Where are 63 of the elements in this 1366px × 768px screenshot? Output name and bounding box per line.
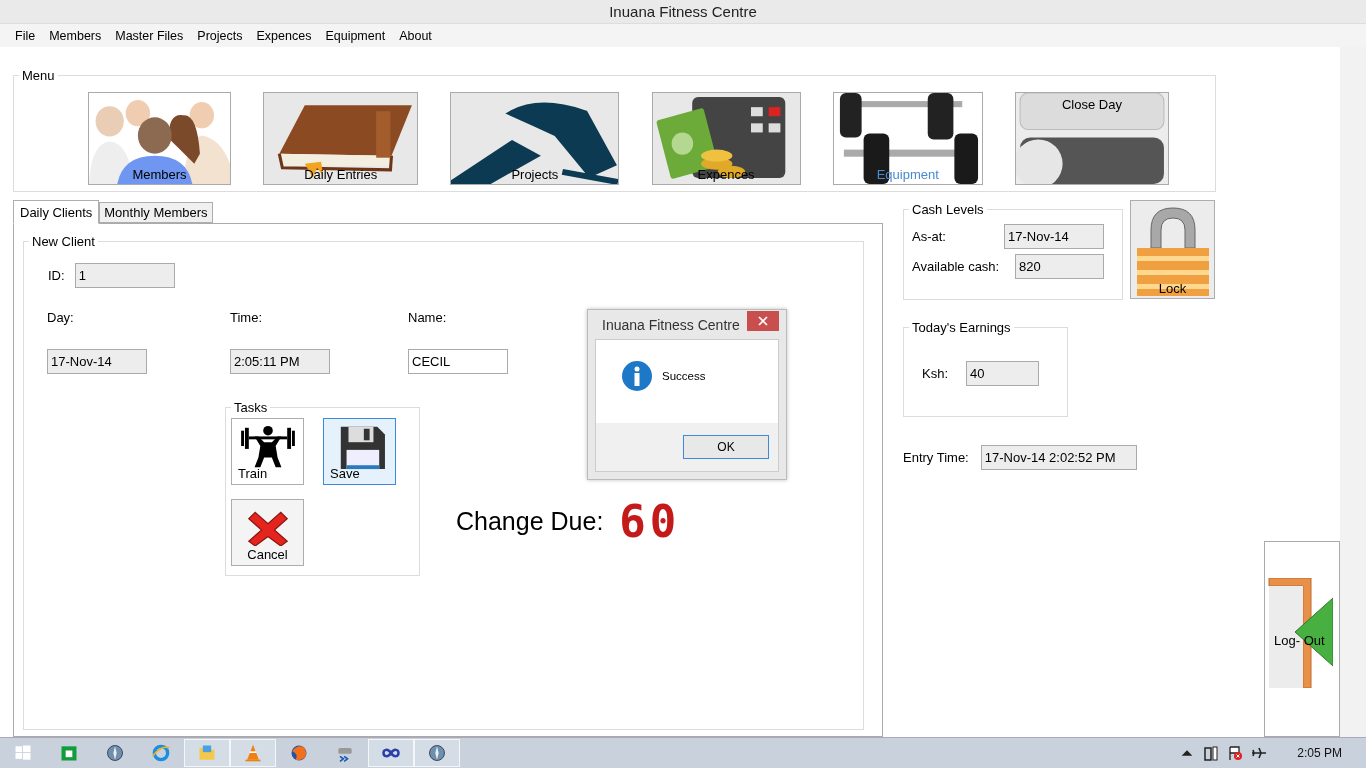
window-title: Inuana Fitness Centre <box>609 3 757 20</box>
menu-item[interactable]: File <box>8 26 43 45</box>
input-field[interactable]: CECIL <box>408 349 508 374</box>
clock: 2:05 PM <box>1297 746 1342 760</box>
taskbar-app-button[interactable] <box>414 739 460 767</box>
lock-button[interactable]: Lock <box>1130 200 1215 299</box>
door-arrow-icon <box>1267 578 1333 688</box>
field-label: Available cash: <box>912 259 1000 274</box>
task-button[interactable]: Cancel <box>231 499 304 566</box>
close-button[interactable] <box>747 310 779 331</box>
input-field[interactable]: 40 <box>966 361 1039 386</box>
group-title: Cash Levels <box>911 202 985 217</box>
menu-tile-button[interactable]: Daily Entries <box>263 92 419 185</box>
taskbar-app-button[interactable] <box>368 739 414 767</box>
dialog-message: Success <box>662 369 706 382</box>
menu-item[interactable]: Equipment <box>318 26 393 45</box>
menu-item[interactable]: Expences <box>249 26 319 45</box>
info-icon <box>622 360 652 391</box>
compass-icon <box>427 743 447 763</box>
menu-tile-button[interactable]: Projects <box>450 92 620 185</box>
globe-icon <box>289 743 309 763</box>
field-label: Name: <box>408 310 448 325</box>
input-field[interactable]: 17-Nov-14 <box>47 349 147 374</box>
group-title: New Client <box>31 234 96 249</box>
menu-item[interactable]: Members <box>42 26 109 45</box>
change-due-display: 60 <box>619 496 681 547</box>
ok-button[interactable]: OK <box>683 435 769 459</box>
browser-icon <box>151 743 171 763</box>
battery-icon <box>1203 745 1220 761</box>
tab[interactable]: Daily Clients <box>13 200 100 224</box>
dialog-title: Inuana Fitness Centre <box>602 316 740 333</box>
input-field[interactable]: 17-Nov-14 <box>1004 224 1104 249</box>
field-label: Entry Time: <box>903 450 969 465</box>
menu-tile-button[interactable]: Members <box>88 92 231 185</box>
input-field[interactable]: 17-Nov-14 2:02:52 PM <box>980 445 1137 470</box>
input-field[interactable]: 820 <box>1015 254 1104 279</box>
group-title: Menu <box>21 68 56 83</box>
field-label: As-at: <box>912 229 946 244</box>
menu-tile-button[interactable]: Close Day <box>1014 92 1169 185</box>
task-button[interactable]: Save <box>323 418 396 485</box>
tab[interactable]: Monthly Members <box>99 202 213 223</box>
traffic-cone-icon <box>243 743 263 763</box>
field-label: ID: <box>48 268 65 283</box>
field-label: Time: <box>230 310 264 325</box>
field-label: Day: <box>47 310 75 325</box>
flag-error-icon <box>1227 745 1244 761</box>
menu-item[interactable]: Master Files <box>108 26 191 45</box>
menu-item[interactable]: About <box>392 26 439 45</box>
input-field[interactable]: 2:05:11 PM <box>230 349 330 374</box>
compass-icon <box>105 743 125 763</box>
group-title: Tasks <box>233 400 269 415</box>
group-title: Today's Earnings <box>911 320 1012 335</box>
change-due-label: Change Due: <box>456 507 604 536</box>
task-button[interactable]: Train <box>231 418 304 485</box>
windows-logo-icon <box>13 743 33 763</box>
log-out-button[interactable]: Log- Out <box>1264 541 1340 737</box>
store-icon <box>59 743 79 763</box>
folder-icon <box>197 743 217 763</box>
menu-item[interactable]: Projects <box>190 26 250 45</box>
id-field[interactable]: 1 <box>74 263 175 288</box>
close-icon <box>758 315 768 326</box>
field-label: Ksh: <box>922 366 948 381</box>
airplane-icon <box>1251 745 1268 761</box>
